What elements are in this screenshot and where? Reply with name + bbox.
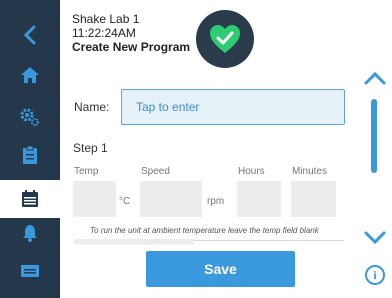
- temp-label: Temp: [74, 166, 99, 177]
- back-chevron-icon: [23, 25, 36, 45]
- name-label: Name:: [74, 100, 110, 114]
- chevron-up-icon: [364, 71, 386, 85]
- home-icon: [21, 67, 39, 83]
- nav-item-programs[interactable]: [0, 180, 60, 218]
- card-icon: [21, 265, 39, 277]
- scrollbar-thumb[interactable]: [371, 99, 377, 173]
- alarm-bell-icon: [23, 225, 37, 242]
- nav-item-card[interactable]: [0, 252, 60, 290]
- left-nav-rail: [0, 0, 60, 298]
- status-badge: [196, 10, 254, 68]
- hours-label: Hours: [238, 166, 265, 177]
- clock-time: 11:22:24AM: [72, 26, 136, 40]
- nav-item-home[interactable]: [0, 56, 60, 94]
- clipboard-icon: [23, 145, 37, 164]
- minutes-label: Minutes: [292, 166, 328, 177]
- scroll-up-button[interactable]: [361, 70, 389, 90]
- settings-gears-icon: [20, 108, 39, 126]
- step-title: Step 1: [73, 141, 108, 155]
- chevron-down-icon: [364, 231, 386, 245]
- program-name-input[interactable]: [121, 89, 345, 125]
- check-heart-icon: [210, 25, 240, 53]
- page-title: Create New Program: [72, 40, 191, 54]
- header-info: Shake Lab 1 11:22:24AM Create New Progra…: [72, 12, 190, 54]
- speed-field[interactable]: [140, 181, 202, 217]
- minutes-field[interactable]: [291, 181, 336, 217]
- temp-unit: °C: [119, 196, 131, 207]
- nav-item-settings[interactable]: [0, 98, 60, 136]
- speed-label: Speed: [141, 166, 170, 177]
- ambient-temp-hint: To run the unit at ambient temperature l…: [90, 226, 319, 235]
- nav-item-clipboard[interactable]: [0, 136, 60, 174]
- hours-field[interactable]: [237, 181, 281, 217]
- back-button[interactable]: [0, 16, 60, 54]
- temp-field[interactable]: [73, 181, 116, 217]
- device-name: Shake Lab 1: [72, 12, 140, 26]
- speed-unit: rpm: [207, 196, 225, 207]
- nav-item-alarms[interactable]: [0, 214, 60, 252]
- calendar-list-icon: [22, 190, 38, 207]
- info-icon[interactable]: i: [365, 265, 385, 285]
- save-button[interactable]: Save: [146, 251, 295, 287]
- scroll-down-button[interactable]: [361, 230, 389, 250]
